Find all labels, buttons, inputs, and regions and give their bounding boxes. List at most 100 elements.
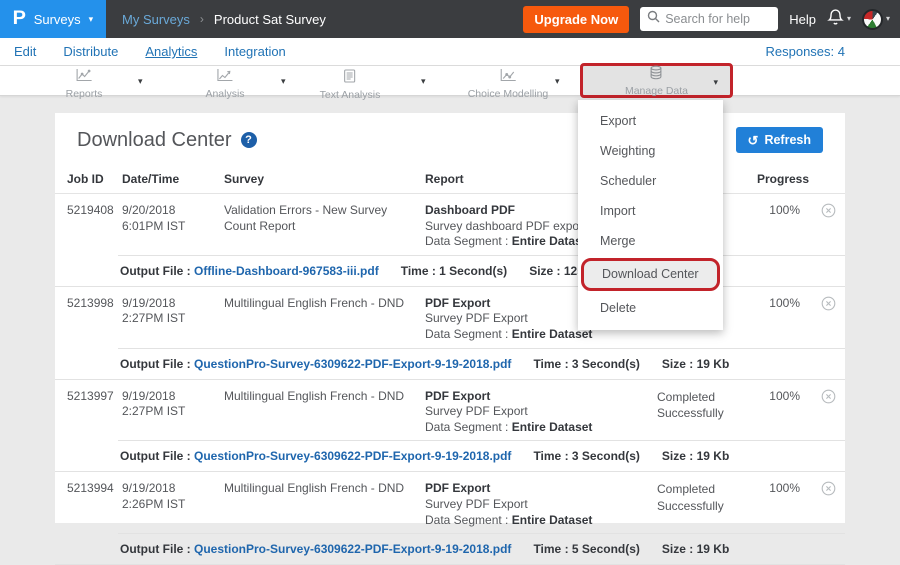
report-desc: Survey PDF Export [425,404,649,420]
line-chart-icon [75,69,92,87]
tool-analysis[interactable]: Analysis [205,69,244,100]
help-tooltip-icon[interactable]: ? [241,132,257,148]
upgrade-now-button[interactable]: Upgrade Now [523,6,629,33]
job-id-cell: 5213998 [55,287,122,348]
nav-analytics[interactable]: Analytics [145,44,197,59]
survey-cell: Multilingual English French - DND [224,287,425,348]
survey-cell: Multilingual English French - DND [224,380,425,441]
menu-item-download-center-highlighted[interactable]: Download Center [581,258,720,291]
product-switcher[interactable]: P Surveys ▾ [0,0,106,38]
nav-links: Edit Distribute Analytics Integration [14,44,286,59]
data-segment-label: Data Segment : [425,420,508,434]
tool-reports[interactable]: Reports [66,69,103,100]
job-id-cell: 5213997 [55,380,122,441]
refresh-label: Refresh [764,133,811,147]
header-progress: Progress [757,163,812,193]
menu-item-merge[interactable]: Merge [578,226,723,256]
chevron-down-icon[interactable]: ▾ [555,76,560,87]
table-row: 5213997 9/19/2018 2:27PM IST Multilingua… [55,380,845,441]
menu-item-export[interactable]: Export [578,106,723,136]
account-menu[interactable]: ▾ [862,9,890,30]
survey-nav: Edit Distribute Analytics Integration Re… [0,38,900,66]
job-group: 5213997 9/19/2018 2:27PM IST Multilingua… [55,380,845,473]
data-segment-label: Data Segment : [425,327,508,341]
job-group: 5213998 9/19/2018 2:27PM IST Multilingua… [55,287,845,380]
output-file-link[interactable]: Offline-Dashboard-967583-iii.pdf [194,264,379,278]
scatter-chart-icon [499,69,516,87]
tool-label: Choice Modelling [468,88,549,100]
menu-item-scheduler[interactable]: Scheduler [578,166,723,196]
bell-icon [827,8,844,31]
help-link[interactable]: Help [789,12,816,27]
progress-cell: 100% [757,287,812,348]
manage-data-dropdown: Export Weighting Scheduler Import Merge … [578,100,723,330]
output-file-row: Output File : QuestionPro-Survey-6309622… [118,440,845,471]
menu-item-weighting[interactable]: Weighting [578,136,723,166]
data-segment-value: Entire Dataset [512,420,593,434]
responses-count[interactable]: Responses: 4 [766,44,846,59]
chevron-down-icon: ▾ [886,15,890,23]
output-file-link[interactable]: QuestionPro-Survey-6309622-PDF-Export-9-… [194,542,511,556]
job-size: Size : 19 Kb [662,357,729,371]
tool-label: Analysis [205,88,244,100]
chevron-down-icon: ▾ [847,15,851,23]
table-row: 5219408 9/20/2018 6:01PM IST Validation … [55,194,845,255]
chevron-down-icon[interactable]: ▾ [281,76,286,87]
chevron-down-icon[interactable]: ▾ [138,76,143,87]
menu-item-delete[interactable]: Delete [578,293,723,323]
cancel-job-icon[interactable] [821,296,836,343]
jobs-table: Job ID Date/Time Survey Report Progress … [55,163,845,565]
tool-label: Text Analysis [320,89,381,101]
notifications-menu[interactable]: ▾ [827,8,851,31]
progress-cell: 100% [757,380,812,441]
database-icon [648,65,664,85]
output-file-link[interactable]: QuestionPro-Survey-6309622-PDF-Export-9-… [194,357,511,371]
job-id-cell: 5219408 [55,194,122,255]
search-input[interactable] [665,12,771,26]
chevron-down-icon[interactable]: ▾ [421,76,426,87]
search-icon [647,10,660,28]
nav-distribute[interactable]: Distribute [63,44,118,59]
nav-edit[interactable]: Edit [14,44,36,59]
tool-manage-data-highlighted[interactable]: Manage Data ▾ [580,63,733,98]
job-time: Time : 3 Second(s) [533,449,639,463]
help-search-box[interactable] [640,7,778,31]
analytics-toolbar: Reports ▾ Analysis ▾ Text Analysis ▾ Cho… [0,66,900,96]
cancel-job-icon[interactable] [821,389,836,436]
breadcrumb-my-surveys[interactable]: My Surveys [122,12,190,27]
tool-text-analysis[interactable]: Text Analysis [320,69,381,101]
page-title: Download Center [77,129,232,152]
output-file-link[interactable]: QuestionPro-Survey-6309622-PDF-Export-9-… [194,449,511,463]
report-title: PDF Export [425,481,649,497]
nav-integration[interactable]: Integration [224,44,285,59]
output-file-label: Output File : [120,449,191,463]
job-id-cell: 5213994 [55,472,122,533]
chevron-down-icon[interactable]: ▾ [713,77,718,88]
cancel-job-icon[interactable] [821,481,836,528]
data-segment-label: Data Segment : [425,513,508,527]
output-file-row: Output File : QuestionPro-Survey-6309622… [118,348,845,379]
chevron-down-icon: ▾ [89,15,94,24]
report-title: PDF Export [425,389,649,405]
job-time: Time : 5 Second(s) [533,542,639,556]
survey-cell: Multilingual English French - DND [224,472,425,533]
job-size: Size : 19 Kb [662,449,729,463]
survey-cell: Validation Errors - New Survey Count Rep… [224,194,425,255]
trend-chart-icon [216,69,233,87]
tool-choice-modelling[interactable]: Choice Modelling [468,69,549,100]
cancel-job-icon[interactable] [821,203,836,250]
avatar [862,9,883,30]
tool-label: Reports [66,88,103,100]
job-group: 5213994 9/19/2018 2:26PM IST Multilingua… [55,472,845,565]
table-header-row: Job ID Date/Time Survey Report Progress [55,163,845,194]
menu-item-import[interactable]: Import [578,196,723,226]
refresh-button[interactable]: ↺ Refresh [736,127,823,153]
header-job-id: Job ID [55,163,122,193]
job-time: Time : 1 Second(s) [401,264,507,278]
breadcrumb: My Surveys › Product Sat Survey [122,12,326,27]
header-date-time: Date/Time [122,163,224,193]
output-file-label: Output File : [120,542,191,556]
questionpro-logo: P [13,8,26,30]
report-desc: Survey PDF Export [425,497,649,513]
output-file-row: Output File : Offline-Dashboard-967583-i… [118,255,845,286]
